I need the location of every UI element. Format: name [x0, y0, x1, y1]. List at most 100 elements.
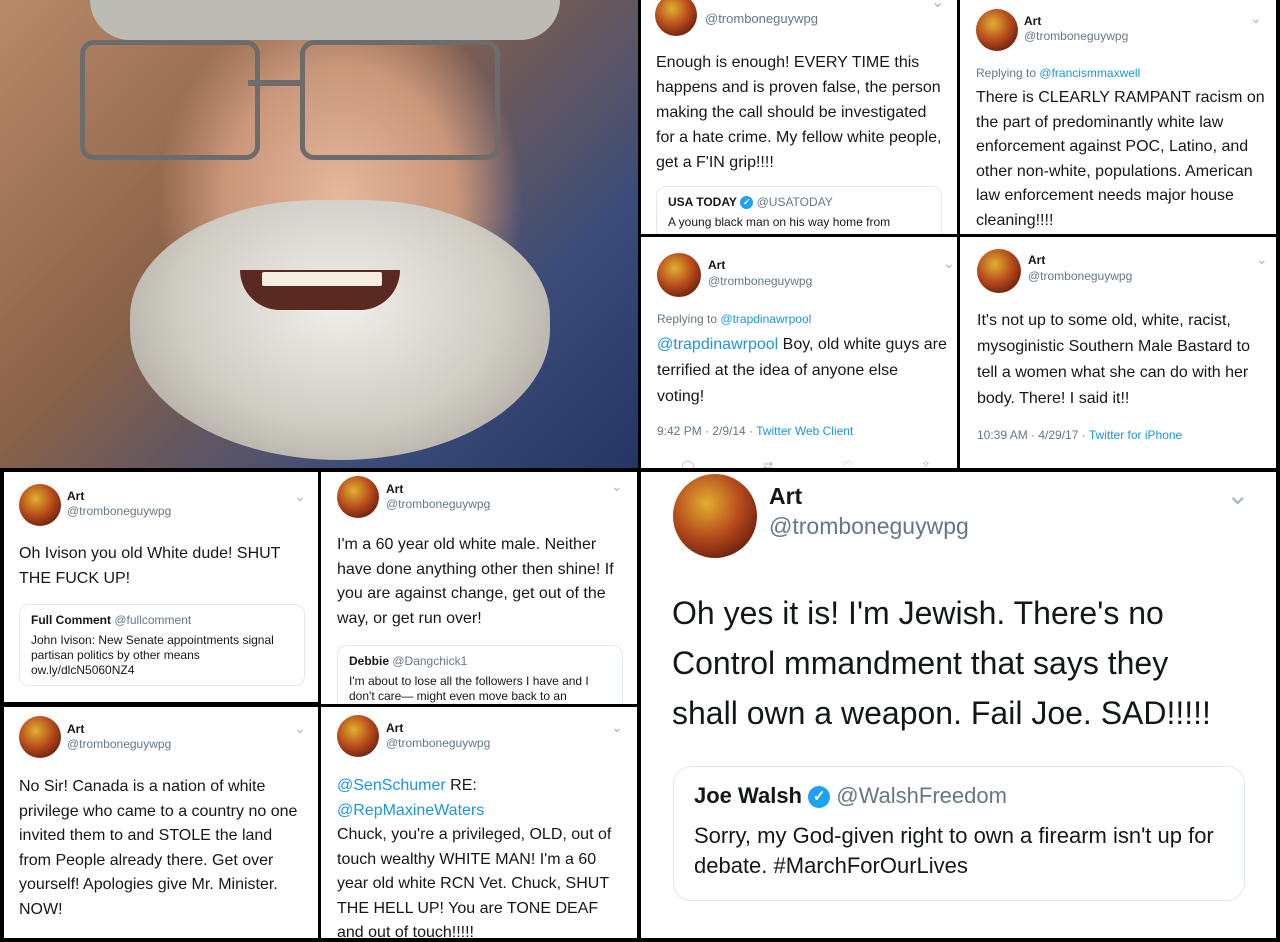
- avatar[interactable]: [657, 253, 701, 297]
- person-photo: [0, 0, 638, 468]
- photo-beard: [130, 200, 550, 460]
- handle[interactable]: @tromboneguywpg: [386, 736, 490, 750]
- tweet-text: @SenSchumer RE: @RepMaxineWaters Chuck, y…: [337, 774, 627, 938]
- tweet-4[interactable]: Art @tromboneguywpg ⌄ It's not up to som…: [960, 237, 1276, 468]
- replying-to: Replying to @francismmaxwell: [976, 66, 1140, 80]
- chevron-down-icon[interactable]: ⌄: [1256, 251, 1268, 268]
- photo-glasses-right: [300, 40, 500, 160]
- time: 9:42 PM · 2/9/14 ·: [657, 424, 757, 438]
- handle[interactable]: @tromboneguywpg: [708, 274, 812, 288]
- quoted-tweet[interactable]: Full Comment @fullcomment John Ivison: N…: [19, 604, 305, 686]
- display-name[interactable]: Art: [386, 721, 403, 735]
- quote-handle: @WalshFreedom: [836, 783, 1007, 808]
- quote-name: Joe Walsh: [694, 783, 802, 808]
- replying-label: Replying to: [976, 66, 1037, 80]
- avatar[interactable]: [977, 249, 1021, 293]
- tweet-text: Enough is enough! EVERY TIME this happen…: [656, 54, 942, 171]
- display-name[interactable]: Art: [1028, 253, 1045, 267]
- tweet-text: There is CLEARLY RAMPANT racism on the p…: [976, 89, 1265, 229]
- quote-name: Debbie: [349, 654, 390, 668]
- photo-glasses-left: [80, 40, 260, 160]
- tweet-5[interactable]: Art @tromboneguywpg ⌄ Oh Ivison you old …: [4, 472, 318, 702]
- quote-name: Full Comment: [31, 613, 111, 627]
- mention-senschumer[interactable]: @SenSchumer: [337, 777, 446, 794]
- chevron-down-icon[interactable]: ⌄: [611, 719, 623, 736]
- time: 10:39 AM · 4/29/17 ·: [977, 428, 1089, 442]
- chevron-down-icon[interactable]: ⌄: [1250, 10, 1262, 27]
- handle[interactable]: @tromboneguywpg: [769, 513, 969, 540]
- re-label: RE:: [445, 777, 477, 794]
- handle[interactable]: @tromboneguywpg: [67, 737, 171, 751]
- quote-text: A young black man on his way home from: [668, 215, 891, 229]
- timestamp: 9:42 PM · 2/9/14 · Twitter Web Client: [657, 424, 853, 438]
- mention-link[interactable]: @trapdinawrpool: [657, 336, 778, 353]
- quote-name: USA TODAY: [668, 195, 737, 209]
- reply-to-link[interactable]: @francismmaxwell: [1039, 66, 1140, 80]
- reply-icon[interactable]: ◯: [681, 459, 694, 468]
- tweet-text: It's not up to some old, white, racist, …: [977, 312, 1251, 407]
- tweet-text: Oh yes it is! I'm Jewish. There's no Con…: [672, 595, 1211, 731]
- tweet-8[interactable]: Art @tromboneguywpg ⌄ @SenSchumer RE: @R…: [321, 707, 637, 938]
- quote-handle: @USATODAY: [756, 195, 833, 209]
- display-name[interactable]: Art: [769, 483, 802, 510]
- tweet-3[interactable]: Art @tromboneguywpg ⌄ Replying to @trapd…: [641, 237, 957, 468]
- display-name[interactable]: Art: [67, 489, 84, 503]
- chevron-down-icon[interactable]: ⌄: [931, 0, 944, 12]
- display-name[interactable]: Art: [1024, 14, 1041, 28]
- quote-text: John Ivison: New Senate appointments sig…: [31, 633, 274, 677]
- quote-text: Sorry, my God-given right to own a firea…: [694, 823, 1214, 878]
- tweet-actions: ◯ ⇄ ♡ ⇪: [681, 459, 931, 468]
- timestamp: 10:39 AM · 4/29/17 · Twitter for iPhone: [977, 428, 1182, 442]
- replying-label: Replying to: [657, 312, 718, 326]
- mention-repmaxinewaters[interactable]: @RepMaxineWaters: [337, 802, 484, 819]
- chevron-down-icon[interactable]: ⌄: [943, 255, 955, 272]
- chevron-down-icon[interactable]: ⌄: [294, 720, 306, 737]
- handle[interactable]: @tromboneguywpg: [1028, 269, 1132, 283]
- avatar[interactable]: [337, 715, 379, 757]
- quoted-tweet[interactable]: Joe Walsh ✓ @WalshFreedom Sorry, my God-…: [673, 766, 1245, 901]
- photo-glasses-bridge: [248, 80, 304, 86]
- avatar[interactable]: [673, 474, 757, 558]
- verified-icon: ✓: [808, 786, 831, 809]
- photo-hair: [90, 0, 560, 40]
- chevron-down-icon[interactable]: ⌄: [294, 488, 306, 505]
- handle[interactable]: @tromboneguywpg: [1024, 29, 1128, 43]
- tweet-text: Oh Ivison you old White dude! SHUT THE F…: [19, 545, 281, 587]
- handle[interactable]: @tromboneguywpg: [705, 11, 818, 26]
- tweet-6[interactable]: Art @tromboneguywpg ⌄ I'm a 60 year old …: [321, 472, 637, 704]
- tweet-2[interactable]: Art @tromboneguywpg ⌄ Replying to @franc…: [960, 0, 1276, 234]
- tweet-text: @trapdinawrpool Boy, old white guys are …: [657, 332, 947, 410]
- handle[interactable]: @tromboneguywpg: [386, 497, 490, 511]
- quote-text: I'm about to lose all the followers I ha…: [349, 674, 589, 703]
- chevron-down-icon[interactable]: ⌄: [611, 478, 623, 495]
- retweet-icon[interactable]: ⇄: [763, 459, 773, 468]
- share-icon[interactable]: ⇪: [921, 459, 931, 468]
- photo-teeth: [262, 272, 382, 286]
- avatar[interactable]: [19, 484, 61, 526]
- display-name[interactable]: Art: [67, 722, 84, 736]
- replying-to: Replying to @trapdinawrpool: [657, 312, 811, 326]
- display-name[interactable]: Art: [708, 258, 725, 272]
- client-link[interactable]: Twitter Web Client: [756, 424, 853, 438]
- like-icon[interactable]: ♡: [842, 459, 853, 468]
- quoted-tweet[interactable]: USA TODAY ✓ @USATODAY A young black man …: [656, 186, 942, 234]
- quote-handle: @fullcomment: [114, 613, 192, 627]
- quote-handle: @Dangchick1: [392, 654, 468, 668]
- avatar[interactable]: [655, 0, 697, 36]
- tweet-body: Chuck, you're a privileged, OLD, out of …: [337, 826, 612, 938]
- chevron-down-icon[interactable]: ⌄: [1226, 478, 1249, 511]
- tweet-9[interactable]: Art @tromboneguywpg ⌄ Oh yes it is! I'm …: [641, 472, 1276, 938]
- client-link[interactable]: Twitter for iPhone: [1089, 428, 1182, 442]
- avatar[interactable]: [19, 716, 61, 758]
- avatar[interactable]: [337, 476, 379, 518]
- reply-to-link[interactable]: @trapdinawrpool: [720, 312, 811, 326]
- tweet-text: I'm a 60 year old white male. Neither ha…: [337, 536, 614, 627]
- tweet-7[interactable]: Art @tromboneguywpg ⌄ No Sir! Canada is …: [4, 707, 318, 938]
- handle[interactable]: @tromboneguywpg: [67, 504, 171, 518]
- display-name[interactable]: Art: [386, 482, 403, 496]
- avatar[interactable]: [976, 9, 1018, 51]
- quoted-tweet[interactable]: Debbie @Dangchick1 I'm about to lose all…: [337, 645, 623, 704]
- tweet-1[interactable]: @tromboneguywpg ⌄ Enough is enough! EVER…: [641, 0, 957, 234]
- tweet-text: No Sir! Canada is a nation of white priv…: [19, 778, 298, 918]
- verified-icon: ✓: [740, 196, 754, 210]
